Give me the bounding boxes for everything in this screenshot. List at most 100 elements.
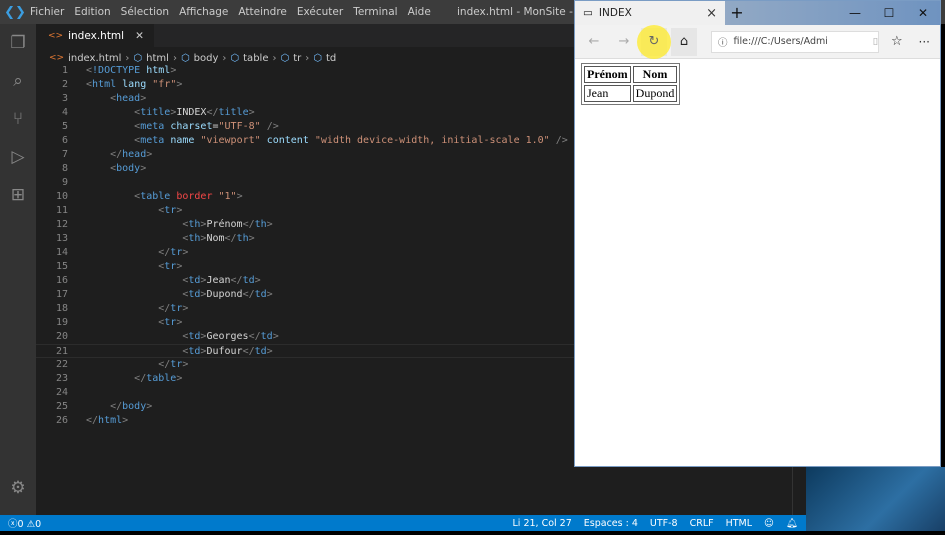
explorer-icon[interactable]: ❐ (0, 24, 36, 62)
code-token: > (176, 317, 183, 328)
code-token: td (188, 289, 201, 300)
code-token: > (266, 346, 273, 357)
code-token: meta (140, 121, 165, 132)
line-text: <meta charset="UTF-8" /> (86, 120, 279, 134)
code-token: Dufour (206, 346, 243, 357)
code-token: Nom (206, 233, 225, 244)
menu-affichage[interactable]: Affichage (179, 6, 228, 18)
code-token: </ (110, 401, 123, 412)
tab-index-html[interactable]: <> index.html ✕ (36, 24, 154, 47)
menu-atteindre[interactable]: Atteindre (238, 6, 286, 18)
reading-view-icon[interactable]: ▯ (873, 36, 878, 47)
home-icon[interactable]: ⌂ (671, 27, 697, 56)
forward-arrow-icon[interactable]: → (611, 28, 637, 56)
line-number: 15 (55, 261, 68, 272)
gear-icon[interactable]: ⚙ (0, 469, 36, 507)
language-mode[interactable]: HTML (726, 518, 752, 529)
new-tab-icon[interactable]: + (725, 1, 749, 25)
code-token: Jean (206, 275, 231, 286)
line-number: 22 (55, 359, 68, 370)
code-token: </ (224, 233, 237, 244)
line-text: <head> (86, 92, 146, 106)
browser-tab-title: INDEX (598, 7, 632, 19)
run-debug-icon[interactable]: ▷ (0, 138, 36, 176)
element-icon: ⬡ (313, 52, 322, 64)
line-text: </tr> (86, 302, 188, 316)
chevron-right-icon: › (125, 52, 130, 64)
table-cell: Dupond (632, 85, 678, 102)
line-text: <td>Georges</td> (86, 330, 278, 344)
back-arrow-icon[interactable]: ← (581, 28, 607, 56)
browser-window: ▭ INDEX × + — ☐ ✕ ← → ↻ ⌂ ⓘ file:///C:/U… (574, 0, 941, 467)
encoding[interactable]: UTF-8 (650, 518, 678, 529)
line-number: 17 (55, 289, 68, 300)
menu-selection[interactable]: Sélection (121, 6, 169, 18)
address-text: file:///C:/Users/Admi (733, 36, 828, 47)
menu-fichier[interactable]: Fichier (30, 6, 64, 18)
minimize-icon[interactable]: — (838, 1, 872, 25)
cursor-position[interactable]: Li 21, Col 27 (513, 518, 572, 529)
menu-executer[interactable]: Exécuter (297, 6, 343, 18)
chevron-right-icon: › (172, 52, 177, 64)
menu-aide[interactable]: Aide (408, 6, 431, 18)
code-token: /> (266, 121, 279, 132)
more-icon[interactable]: ··· (919, 35, 930, 49)
line-text: </table> (86, 372, 182, 386)
breadcrumb-body[interactable]: body (194, 53, 219, 64)
bell-icon[interactable]: 🔔︎ (786, 518, 798, 529)
breadcrumb-html[interactable]: html (146, 53, 169, 64)
code-token: lang (122, 79, 147, 90)
element-icon: ⬡ (280, 52, 290, 64)
tab-page-icon: ▭ (583, 7, 593, 19)
code-token: table (140, 191, 171, 202)
breadcrumb-file[interactable]: index.html (68, 53, 121, 64)
feedback-icon[interactable]: ☺ (764, 518, 774, 529)
html-file-icon: <> (49, 53, 65, 63)
breadcrumb-tr[interactable]: tr (293, 53, 301, 64)
code-token: > (176, 373, 183, 384)
code-token: tr (164, 261, 177, 272)
address-bar[interactable]: ⓘ file:///C:/Users/Admi ▯ (711, 30, 879, 53)
code-token: > (182, 359, 189, 370)
browser-tab-bar: ▭ INDEX × + — ☐ ✕ (575, 1, 940, 25)
indentation[interactable]: Espaces : 4 (584, 518, 638, 529)
browser-tab[interactable]: ▭ INDEX × (575, 1, 725, 25)
chevron-right-icon: › (272, 52, 277, 64)
code-token: </ (248, 331, 261, 342)
code-token: tr (170, 303, 183, 314)
code-token: > (254, 275, 261, 286)
close-window-icon[interactable]: ✕ (906, 1, 940, 25)
code-token: td (188, 275, 201, 286)
menu-terminal[interactable]: Terminal (353, 6, 397, 18)
line-number: 3 (61, 93, 68, 104)
favorite-star-icon[interactable]: ☆ (891, 34, 903, 49)
table-header: Prénom (584, 66, 631, 83)
line-text: </tr> (86, 246, 188, 260)
code-token: "fr" (152, 79, 177, 90)
extensions-icon[interactable]: ⊞ (0, 176, 36, 214)
line-number: 20 (55, 331, 68, 342)
search-icon[interactable]: ⌕ (0, 62, 36, 100)
menu-edition[interactable]: Edition (74, 6, 110, 18)
line-ending[interactable]: CRLF (690, 518, 714, 529)
refresh-icon[interactable]: ↻ (637, 24, 671, 59)
problems-indicator[interactable]: ⓧ0 ⚠0 (8, 516, 41, 530)
close-icon[interactable]: × (706, 6, 717, 21)
breadcrumb-td[interactable]: td (326, 53, 336, 64)
code-token: > (176, 205, 183, 216)
close-icon[interactable]: ✕ (135, 30, 144, 42)
line-number: 1 (61, 65, 68, 76)
source-control-icon[interactable]: ⑂ (0, 100, 36, 138)
code-token: > (266, 289, 273, 300)
maximize-icon[interactable]: ☐ (872, 1, 906, 25)
line-text: <tr> (86, 260, 182, 274)
element-icon: ⬡ (133, 52, 143, 64)
line-text: <table border "1"> (86, 190, 242, 204)
code-token: td (188, 331, 201, 342)
breadcrumb-table[interactable]: table (243, 53, 268, 64)
